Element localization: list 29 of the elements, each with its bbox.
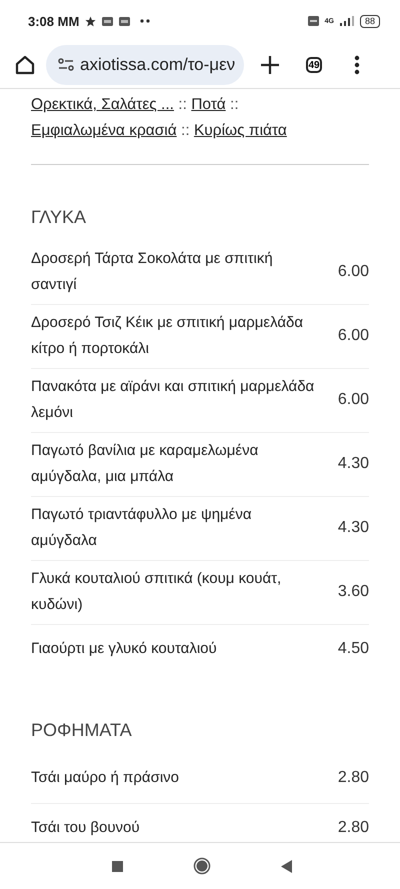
dish-price: 4.30	[338, 519, 369, 537]
dish-price: 4.30	[338, 455, 369, 473]
dish-name: Γλυκά κουταλιού σπιτικά (κουμ κουάτ, κυδώνι)	[31, 569, 282, 615]
dish-price: 2.80	[338, 819, 369, 837]
dish-name: Τσάι μαύρο ή πράσινο	[31, 768, 180, 788]
category-link[interactable]: Ποτά	[191, 96, 226, 113]
dish-name: Δροσερό Τσιζ Κέικ με σπιτική μαρμελάδα κίτρο ή πορτοκάλι	[31, 313, 304, 359]
dish-name: Τσάι του βουνού	[31, 818, 140, 838]
address-bar[interactable]: axiotissa.com/το-μεν	[46, 45, 244, 85]
section-heading: ΡΟΦΗΜΑΤΑ	[31, 720, 133, 741]
category-link[interactable]: Εμφιαλωμένα κρασιά	[31, 122, 177, 139]
dish-name: Πανακότα με αϊράνι και σπιτική μαρμελάδα λεμόνι	[31, 377, 316, 423]
dish-name: Δροσερή Τάρτα Σοκολάτα με σπιτική σαντιγί	[31, 249, 274, 295]
dish-name: Γιαούρτι με γλυκό κουταλιού	[31, 639, 217, 659]
dish-price: 6.00	[338, 327, 369, 345]
dish-name: Παγωτό βανίλια με καραμελωμένα αμύγδαλα, μια μπάλα	[31, 441, 260, 487]
dish-price: 2.80	[338, 769, 369, 787]
category-link[interactable]: Ορεκτικά, Σαλάτες ...	[31, 96, 174, 113]
dish-price: 4.50	[338, 640, 369, 658]
clock-time: 3:08 ΜΜ	[28, 14, 80, 28]
dish-price: 6.00	[338, 263, 369, 281]
category-links: Ορεκτικά, Σαλάτες ... :: Ποτά :: Εμφιαλωμένα κρασιά :: Κυρίως πιάτα	[31, 95, 288, 141]
dish-price: 3.60	[338, 583, 369, 601]
category-link[interactable]: Κυρίως πιάτα	[194, 122, 287, 139]
section-heading: ΓΛΥΚΑ	[31, 207, 87, 228]
battery-level: 88	[360, 14, 380, 28]
dish-price: 6.00	[338, 391, 369, 409]
tab-count-button[interactable]: 49	[306, 57, 322, 73]
dish-name: Παγωτό τριαντάφυλλο με ψημένα αμύγδαλα	[31, 505, 253, 551]
